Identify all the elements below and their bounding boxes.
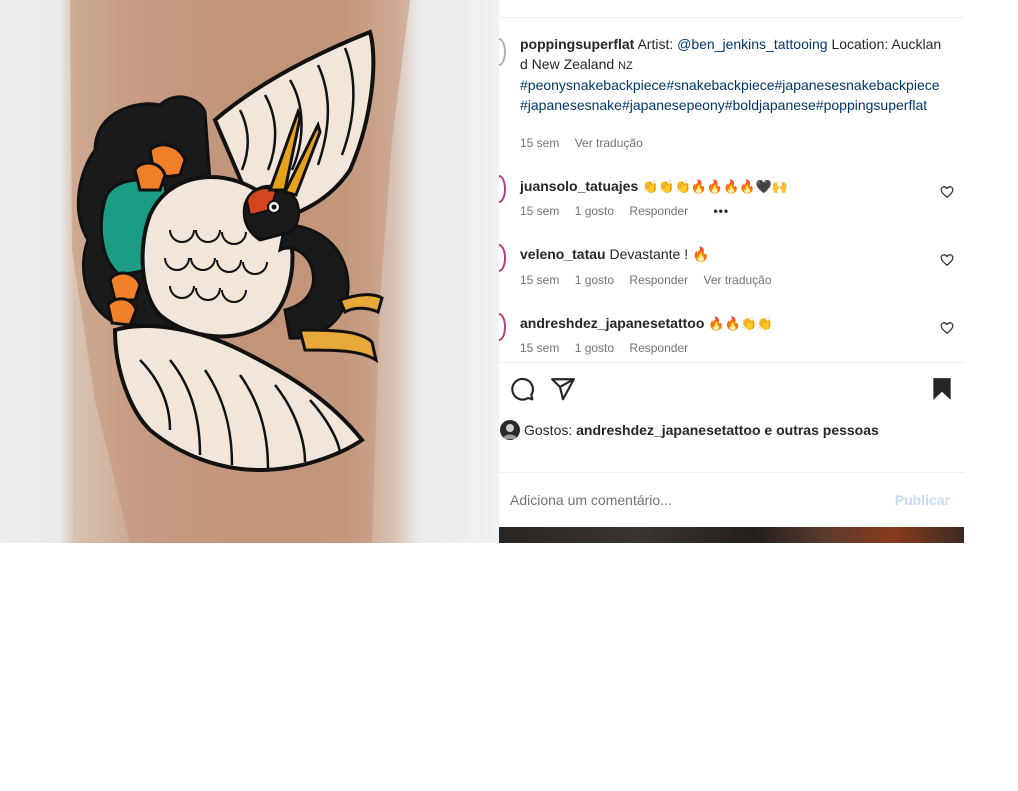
likes-prefix: Gostos: bbox=[524, 422, 573, 438]
comment-item: veleno_tatau Devastante ! 🔥 bbox=[520, 245, 930, 263]
comment-text: Devastante ! 🔥 bbox=[609, 246, 710, 262]
comment-item: andreshdez_japanesetattoo 🔥🔥👏👏 bbox=[520, 314, 930, 334]
comment-likes[interactable]: 1 gosto bbox=[575, 273, 614, 287]
post-caption: poppingsuperflat Artist: @ben_jenkins_ta… bbox=[520, 35, 944, 115]
comment-meta: 15 sem 1 gosto Responder Ver tradução bbox=[520, 273, 784, 287]
post-action-bar bbox=[499, 376, 964, 404]
post-details-panel: poppingsuperflat Artist: @ben_jenkins_ta… bbox=[499, 0, 964, 543]
divider bbox=[499, 362, 964, 363]
more-options-icon[interactable]: ••• bbox=[713, 204, 729, 218]
liker-username[interactable]: andreshdez_japanesetattoo bbox=[576, 422, 760, 438]
comment-username[interactable]: andreshdez_japanesetattoo bbox=[520, 315, 704, 331]
caption-translate-link[interactable]: Ver tradução bbox=[575, 136, 643, 150]
comment-time: 15 sem bbox=[520, 341, 560, 355]
comment-avatar[interactable] bbox=[499, 244, 506, 272]
comment-input[interactable]: Adiciona um comentário... bbox=[510, 492, 672, 508]
comment-likes[interactable]: 1 gosto bbox=[575, 341, 614, 355]
heart-icon[interactable] bbox=[940, 321, 954, 335]
comment-item: juansolo_tatuajes 👏👏👏🔥🔥🔥🔥🖤🙌 bbox=[520, 177, 930, 197]
bookmark-icon[interactable] bbox=[929, 376, 955, 402]
caption-location-label: Location: bbox=[831, 36, 889, 52]
comment-text: 🔥🔥👏👏 bbox=[708, 317, 774, 332]
comment-avatar[interactable] bbox=[499, 175, 506, 203]
reply-button[interactable]: Responder bbox=[629, 273, 688, 287]
caption-artist-label: Artist: bbox=[637, 36, 674, 52]
divider bbox=[499, 472, 964, 473]
divider bbox=[499, 17, 964, 18]
comment-icon[interactable] bbox=[509, 376, 535, 402]
comment-translate-link[interactable]: Ver tradução bbox=[703, 273, 771, 287]
reply-button[interactable]: Responder bbox=[629, 341, 688, 355]
user-photo-icon bbox=[503, 424, 517, 439]
tattoo-crane-illustration bbox=[70, 0, 410, 543]
caption-meta: 15 sem Ver tradução bbox=[520, 136, 655, 150]
heart-icon[interactable] bbox=[940, 185, 954, 199]
comment-avatar[interactable] bbox=[499, 313, 506, 341]
publish-button[interactable]: Publicar bbox=[895, 492, 950, 508]
caption-hashtags[interactable]: #peonysnakebackpiece#snakebackpiece#japa… bbox=[520, 77, 940, 113]
comment-meta: 15 sem 1 gosto Responder ••• bbox=[520, 204, 741, 218]
comment-time: 15 sem bbox=[520, 204, 560, 218]
artist-mention-link[interactable]: @ben_jenkins_tattooing bbox=[677, 36, 827, 52]
reply-button[interactable]: Responder bbox=[629, 204, 688, 218]
author-avatar[interactable] bbox=[499, 38, 506, 66]
caption-time: 15 sem bbox=[520, 136, 560, 150]
likes-suffix[interactable]: e outras pessoas bbox=[764, 422, 878, 438]
post-image[interactable] bbox=[0, 0, 499, 543]
comment-time: 15 sem bbox=[520, 273, 560, 287]
comment-text: 👏👏👏🔥🔥🔥🔥🖤🙌 bbox=[642, 180, 788, 195]
comment-meta: 15 sem 1 gosto Responder bbox=[520, 341, 700, 355]
heart-icon[interactable] bbox=[940, 253, 954, 267]
caption-username[interactable]: poppingsuperflat bbox=[520, 36, 634, 52]
comment-username[interactable]: juansolo_tatuajes bbox=[520, 178, 638, 194]
comment-likes[interactable]: 1 gosto bbox=[575, 204, 614, 218]
screenshot-stage: poppingsuperflat Artist: @ben_jenkins_ta… bbox=[0, 0, 1018, 791]
related-posts-strip[interactable] bbox=[499, 527, 964, 543]
country-code: NZ bbox=[618, 59, 633, 72]
comment-username[interactable]: veleno_tatau bbox=[520, 246, 606, 262]
liker-avatar[interactable] bbox=[500, 420, 520, 440]
share-icon[interactable] bbox=[550, 376, 576, 402]
